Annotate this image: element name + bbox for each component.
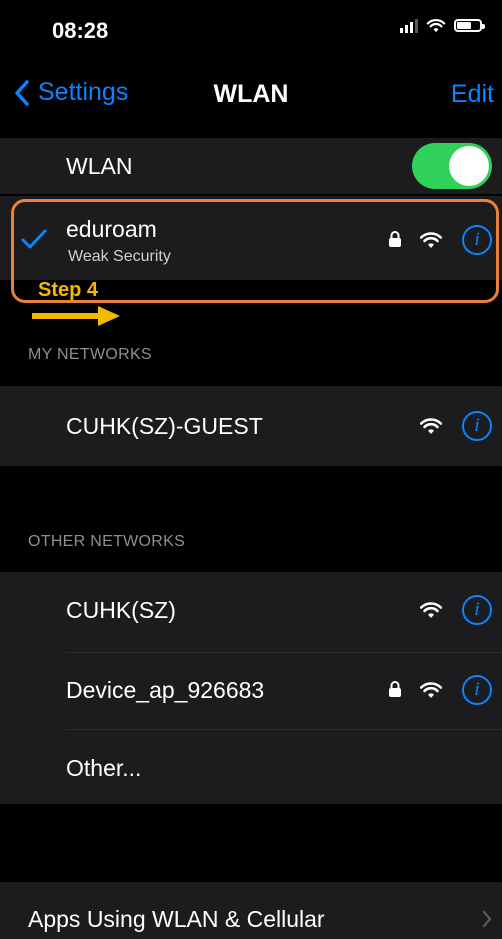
back-label: Settings: [38, 78, 129, 106]
my-networks-header: MY NETWORKS: [28, 346, 152, 363]
network-name: CUHK(SZ)-GUEST: [66, 413, 263, 439]
toggle-knob: [449, 146, 489, 186]
step-label: Step 4: [38, 279, 99, 301]
info-button[interactable]: i: [462, 225, 492, 255]
apps-using-wlan-row[interactable]: Apps Using WLAN & Cellular: [0, 882, 502, 939]
chevron-right-icon: [482, 910, 492, 928]
network-row[interactable]: CUHK(SZ)-GUEST i: [0, 386, 502, 466]
wifi-status-icon: [426, 19, 446, 33]
other-network-label: Other...: [66, 755, 142, 781]
wifi-icon: [420, 418, 442, 434]
info-button[interactable]: i: [462, 411, 492, 441]
arrow-right-icon: [32, 306, 120, 326]
back-button[interactable]: Settings: [14, 78, 128, 107]
wlan-toggle[interactable]: [412, 143, 492, 189]
signal-icon: [400, 18, 418, 33]
edit-button[interactable]: Edit: [451, 80, 494, 109]
network-name: CUHK(SZ): [66, 597, 176, 623]
other-network-row[interactable]: Other...: [0, 730, 502, 804]
info-button[interactable]: i: [462, 595, 492, 625]
wifi-icon: [420, 682, 442, 698]
network-row[interactable]: CUHK(SZ) i: [0, 572, 502, 652]
wifi-icon: [420, 232, 442, 248]
info-button[interactable]: i: [462, 675, 492, 705]
apps-using-wlan-label: Apps Using WLAN & Cellular: [28, 906, 325, 932]
wlan-toggle-row: WLAN: [0, 138, 502, 194]
security-subtitle: Weak Security: [68, 248, 171, 265]
lock-icon: [389, 681, 401, 697]
network-name: Device_ap_926683: [66, 677, 265, 703]
connected-network-name: eduroam: [66, 216, 157, 242]
checkmark-icon: [21, 229, 47, 249]
network-row[interactable]: Device_ap_926683 i: [0, 653, 502, 729]
status-icons: [400, 18, 485, 33]
wifi-icon: [420, 602, 442, 618]
battery-icon: [454, 19, 485, 32]
lock-icon: [389, 231, 401, 247]
wlan-label: WLAN: [66, 153, 133, 179]
other-networks-header: OTHER NETWORKS: [28, 533, 186, 550]
other-networks-group: CUHK(SZ) i Device_ap_926683 i Other...: [0, 572, 502, 804]
connected-network-row[interactable]: eduroam Weak Security i: [0, 196, 502, 280]
status-time: 08:28: [52, 18, 109, 43]
chevron-left-icon: [15, 79, 29, 106]
